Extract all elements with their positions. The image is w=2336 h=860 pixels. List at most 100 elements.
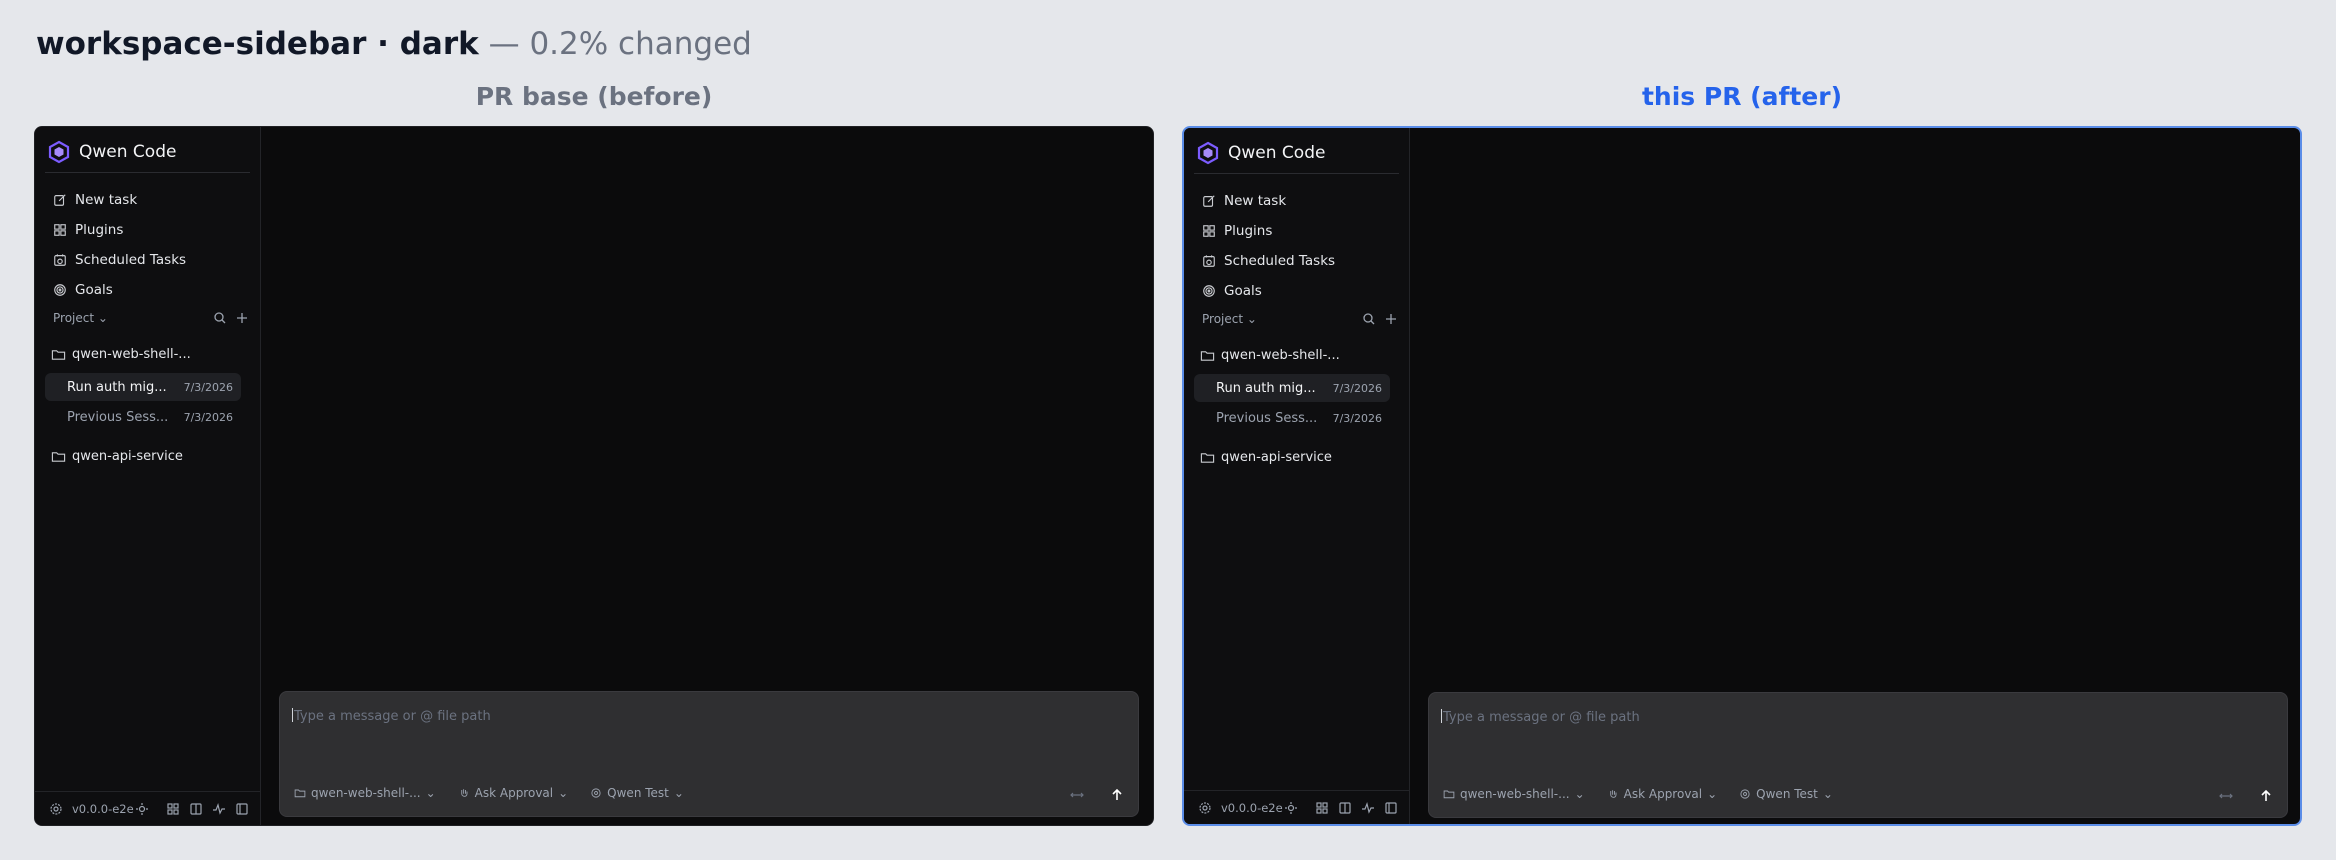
gear-icon[interactable]	[49, 802, 63, 816]
add-icon[interactable]	[235, 311, 249, 325]
sidebar-item-plugins[interactable]: Plugins	[1196, 216, 1396, 246]
sidebar-toggle-icon[interactable]	[235, 802, 249, 816]
folder-item[interactable]: qwen-api-service	[51, 449, 183, 464]
composer-actions	[1070, 788, 1124, 802]
approval-selector[interactable]: Ask Approval ⌄	[1607, 787, 1717, 801]
version-label: v0.0.0-e2e	[1221, 800, 1283, 815]
project-selector[interactable]: Project ⌄	[53, 311, 108, 325]
text-cursor	[292, 708, 293, 722]
page-title-subtitle: — 0.2% changed	[488, 26, 752, 62]
session-item-active[interactable]: Run auth mig... 7/3/2026	[1194, 374, 1390, 402]
session-item[interactable]: Previous Sess... 7/3/2026	[1194, 404, 1390, 432]
folder-item[interactable]: qwen-web-shell-...	[1200, 348, 1340, 363]
folder-selector[interactable]: qwen-web-shell-... ⌄	[294, 786, 436, 800]
session-date: 7/3/2026	[1332, 411, 1382, 425]
session-item-active[interactable]: Run auth mig... 7/3/2026	[45, 373, 241, 401]
approval-selector[interactable]: Ask Approval ⌄	[458, 786, 569, 800]
activity-icon[interactable]	[1361, 801, 1375, 815]
folder-icon	[294, 789, 306, 798]
search-icon[interactable]	[1362, 312, 1376, 326]
grid-icon[interactable]	[1315, 801, 1329, 815]
folder-icon	[1200, 351, 1215, 361]
session-date: 7/3/2026	[183, 380, 233, 394]
model-icon	[591, 788, 601, 798]
activity-icon[interactable]	[212, 802, 226, 816]
split-view-icon[interactable]	[1338, 801, 1352, 815]
qwen-logo-icon	[48, 140, 70, 164]
plugins-icon	[54, 224, 66, 236]
sidebar-footer: v0.0.0-e2e	[1184, 790, 1409, 824]
folder-chip-label: qwen-web-shell-...	[1460, 787, 1570, 801]
sidebar-item-new-task[interactable]: New task	[1196, 186, 1396, 216]
composer-actions	[2219, 789, 2273, 803]
session-title: Previous Sess...	[1216, 410, 1318, 426]
gear-icon[interactable]	[1198, 801, 1212, 815]
folder-name: qwen-api-service	[72, 449, 183, 464]
sidebar-nav: New task Plugins Scheduled Tasks Goals	[1196, 186, 1396, 306]
message-placeholder: Type a message or @ file path	[294, 709, 491, 724]
session-title: Run auth mig...	[67, 379, 167, 395]
message-input[interactable]: Type a message or @ file path	[292, 708, 491, 724]
folder-icon	[51, 452, 66, 462]
folder-selector[interactable]: qwen-web-shell-... ⌄	[1443, 787, 1585, 801]
composer-toolbar: qwen-web-shell-... ⌄ Ask Approval ⌄ Qwen…	[294, 786, 684, 800]
sun-icon[interactable]	[135, 802, 149, 816]
folder-icon	[51, 350, 66, 360]
before-label: PR base (before)	[475, 82, 713, 111]
sidebar-item-label: Scheduled Tasks	[1224, 253, 1336, 269]
model-icon	[1740, 789, 1750, 799]
sidebar-item-plugins[interactable]: Plugins	[47, 215, 247, 245]
message-placeholder: Type a message or @ file path	[1443, 710, 1640, 725]
edit-icon	[1203, 195, 1215, 207]
model-selector[interactable]: Qwen Test ⌄	[1739, 787, 1833, 801]
sidebar-item-goals[interactable]: Goals	[47, 275, 247, 305]
after-label: this PR (after)	[1641, 82, 1842, 111]
target-icon	[54, 284, 66, 296]
folder-item[interactable]: qwen-api-service	[1200, 450, 1332, 465]
sidebar-item-scheduled-tasks[interactable]: Scheduled Tasks	[47, 245, 247, 275]
divider	[1194, 173, 1399, 174]
chevron-down-icon: ⌄	[1574, 787, 1585, 801]
send-arrow-icon[interactable]	[1110, 788, 1124, 802]
session-title: Previous Sess...	[67, 409, 169, 425]
sidebar-item-label: Scheduled Tasks	[75, 252, 187, 268]
message-input[interactable]: Type a message or @ file path	[1441, 709, 1640, 725]
split-view-icon[interactable]	[189, 802, 203, 816]
sidebar-item-goals[interactable]: Goals	[1196, 276, 1396, 306]
workspace-sidebar: Qwen Code New task Plugins Scheduled Tas…	[35, 127, 261, 825]
folder-item[interactable]: qwen-web-shell-...	[51, 347, 191, 362]
grid-icon[interactable]	[166, 802, 180, 816]
after-panel: Qwen Code New task Plugins Scheduled Tas…	[1182, 126, 2302, 826]
brand: Qwen Code	[1196, 140, 1325, 166]
sun-icon[interactable]	[1284, 801, 1298, 815]
calendar-clock-icon	[1203, 255, 1215, 267]
hand-icon	[1609, 790, 1617, 798]
target-icon	[1203, 285, 1215, 297]
folder-icon	[1443, 790, 1455, 799]
model-selector[interactable]: Qwen Test ⌄	[590, 786, 684, 800]
sidebar-item-new-task[interactable]: New task	[47, 185, 247, 215]
project-selector[interactable]: Project ⌄	[1202, 312, 1257, 326]
project-header: Project ⌄	[53, 311, 249, 325]
project-label: Project	[53, 311, 95, 325]
message-composer[interactable]: Type a message or @ file path qwen-web-s…	[279, 691, 1139, 817]
message-composer[interactable]: Type a message or @ file path qwen-web-s…	[1428, 692, 2288, 818]
divider	[45, 172, 250, 173]
sidebar-item-label: Goals	[1224, 283, 1262, 299]
sidebar-item-scheduled-tasks[interactable]: Scheduled Tasks	[1196, 246, 1396, 276]
add-icon[interactable]	[1384, 312, 1398, 326]
workspace-sidebar: Qwen Code New task Plugins Scheduled Tas…	[1184, 128, 1410, 824]
sidebar-toggle-icon[interactable]	[1384, 801, 1398, 815]
search-icon[interactable]	[213, 311, 227, 325]
expand-icon[interactable]	[1070, 788, 1084, 802]
expand-icon[interactable]	[2219, 789, 2233, 803]
text-cursor	[1441, 709, 1442, 723]
send-arrow-icon[interactable]	[2259, 789, 2273, 803]
session-item[interactable]: Previous Sess... 7/3/2026	[45, 403, 241, 431]
before-panel: Qwen Code New task Plugins Scheduled Tas…	[34, 126, 1154, 826]
chevron-down-icon: ⌄	[558, 786, 569, 800]
sidebar-item-label: New task	[1224, 193, 1287, 209]
folder-name: qwen-web-shell-...	[72, 347, 191, 362]
chevron-down-icon: ⌄	[1246, 312, 1257, 326]
sidebar-nav: New task Plugins Scheduled Tasks Goals	[47, 185, 247, 305]
